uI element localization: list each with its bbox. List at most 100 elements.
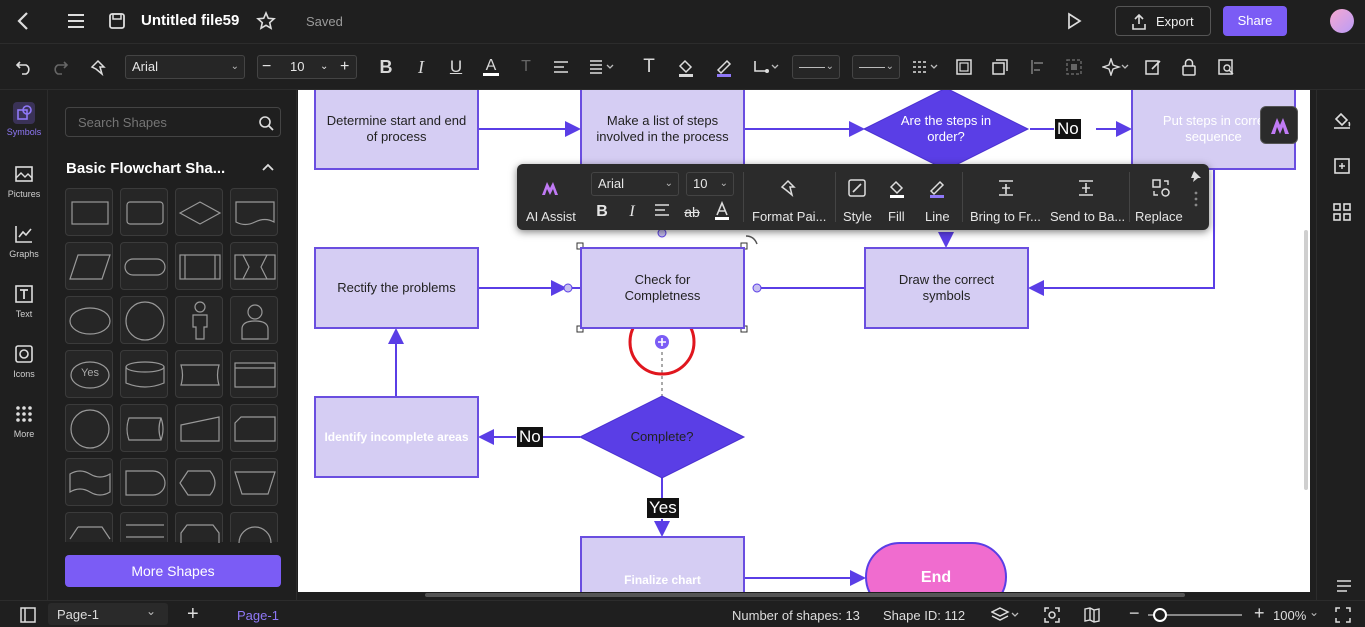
node-check[interactable]: Check for Completness (580, 247, 745, 329)
line-weight-select[interactable]: ⌄ (852, 55, 900, 79)
send-back-icon[interactable] (1075, 178, 1097, 200)
font-size-select[interactable]: − 10 ⌄ + (257, 55, 357, 79)
node-identify[interactable]: Identify incomplete areas (314, 396, 479, 478)
arrow-style-icon[interactable] (911, 55, 941, 79)
list-panel-icon[interactable] (1335, 578, 1353, 594)
node-make-list[interactable]: Make a list of steps involved in the pro… (580, 90, 745, 170)
edit-icon[interactable] (1141, 55, 1165, 79)
node-complete[interactable]: Complete? (600, 429, 724, 444)
shape-circle[interactable] (120, 296, 168, 344)
send-back-label[interactable]: Send to Ba... (1050, 209, 1125, 224)
shape-direct-data[interactable] (120, 404, 168, 452)
section-title[interactable]: Basic Flowchart Sha... (66, 160, 225, 177)
label-yes[interactable]: Yes (647, 498, 679, 518)
panel-toggle-icon[interactable] (19, 606, 37, 624)
shape-punched-tape[interactable] (65, 458, 113, 506)
shape-loop-limit[interactable] (175, 512, 223, 543)
align-icon[interactable] (549, 55, 573, 79)
redo-icon[interactable] (48, 55, 72, 79)
line-label[interactable]: Line (925, 209, 950, 224)
fill-panel-icon[interactable] (1332, 110, 1352, 130)
shape-on-page-ref[interactable] (65, 404, 113, 452)
horizontal-scrollbar[interactable] (425, 593, 1185, 597)
search-box[interactable] (65, 107, 281, 137)
shape-actor[interactable] (175, 296, 223, 344)
chevron-up-icon[interactable] (261, 160, 275, 174)
shape-data[interactable] (65, 242, 113, 290)
shape-process[interactable] (65, 188, 113, 236)
page-setup-icon[interactable] (1332, 156, 1352, 176)
node-draw[interactable]: Draw the correct symbols (864, 247, 1029, 329)
shape-terminator[interactable] (120, 242, 168, 290)
shape-manual-input[interactable] (175, 404, 223, 452)
node-rectify[interactable]: Rectify the problems (314, 247, 479, 329)
zoom-in-icon[interactable]: + (1254, 603, 1265, 624)
shape-manual-operation[interactable] (230, 458, 278, 506)
font-family-select[interactable]: Arial ⌄ (125, 55, 245, 79)
group-icon[interactable] (1062, 55, 1086, 79)
share-button[interactable]: Share (1223, 6, 1287, 36)
play-icon[interactable] (1064, 11, 1084, 31)
text-style-icon[interactable]: T (514, 55, 538, 79)
shape-card[interactable] (230, 404, 278, 452)
focus-icon[interactable] (1043, 606, 1061, 624)
italic-icon[interactable]: I (409, 55, 433, 79)
shape-cylinder[interactable] (120, 350, 168, 398)
float-strike-icon[interactable]: ab (681, 201, 703, 223)
zoom-level[interactable]: 100% (1273, 608, 1306, 623)
label-no-top[interactable]: No (1055, 119, 1081, 139)
rail-item-icons[interactable]: Icons (0, 340, 48, 396)
bold-icon[interactable]: B (374, 55, 398, 79)
avatar[interactable] (1330, 9, 1354, 33)
zoom-out-icon[interactable]: − (1129, 603, 1140, 624)
rail-item-pictures[interactable]: Pictures (0, 160, 48, 216)
shape-document[interactable] (230, 188, 278, 236)
fill-icon[interactable] (886, 178, 908, 200)
star-icon[interactable] (256, 10, 276, 31)
float-align-icon[interactable] (651, 201, 673, 223)
more-options-icon[interactable] (1194, 190, 1198, 208)
style-icon[interactable] (846, 178, 868, 200)
shape-yes-ellipse[interactable]: Yes (65, 350, 113, 398)
rail-item-graphs[interactable]: Graphs (0, 220, 48, 276)
layout-grid-icon[interactable] (1332, 202, 1352, 222)
bring-front-icon[interactable] (995, 178, 1017, 200)
line-color-icon[interactable] (712, 55, 736, 79)
undo-icon[interactable] (12, 55, 36, 79)
book-icon[interactable] (1083, 606, 1101, 624)
shape-tape[interactable] (175, 350, 223, 398)
float-italic-icon[interactable]: I (621, 201, 643, 223)
save-file-icon[interactable] (108, 12, 126, 30)
shape-decision[interactable] (175, 188, 223, 236)
shape-internal-storage[interactable] (230, 350, 278, 398)
line-icon[interactable] (926, 178, 948, 200)
format-painter-label[interactable]: Format Pai... (752, 209, 826, 224)
add-page-icon[interactable]: + (187, 603, 199, 625)
format-painter-icon[interactable] (777, 178, 799, 200)
shape-connector[interactable] (230, 512, 278, 544)
shape-user[interactable] (230, 296, 278, 344)
magic-icon[interactable] (1102, 55, 1132, 79)
shape-divided-process[interactable] (120, 512, 168, 542)
float-size-select[interactable]: 10 ⌄ (686, 172, 734, 196)
layers-icon[interactable] (990, 606, 1019, 624)
node-in-order[interactable]: Are the steps in order? (894, 113, 998, 145)
float-font-color-icon[interactable] (711, 200, 733, 223)
fill-bucket-icon[interactable] (674, 55, 698, 79)
page-select[interactable]: Page-1 ⌄ (48, 603, 168, 625)
page-tab[interactable]: Page-1 (237, 608, 279, 623)
file-title[interactable]: Untitled file59 (141, 12, 239, 29)
replace-label[interactable]: Replace (1135, 209, 1183, 224)
shape-delay[interactable] (120, 458, 168, 506)
vertical-scrollbar[interactable] (1304, 230, 1308, 490)
fullscreen-icon[interactable] (1334, 606, 1352, 624)
export-button[interactable]: Export (1115, 6, 1211, 36)
float-bold-icon[interactable]: B (591, 201, 613, 223)
decrease-size-icon[interactable]: − (262, 56, 271, 78)
shape-rounded-process[interactable] (120, 188, 168, 236)
style-label[interactable]: Style (843, 209, 872, 224)
fill-label[interactable]: Fill (888, 209, 905, 224)
rail-item-text[interactable]: Text (0, 280, 48, 336)
shape-collate[interactable] (230, 242, 278, 290)
more-shapes-button[interactable]: More Shapes (65, 555, 281, 587)
